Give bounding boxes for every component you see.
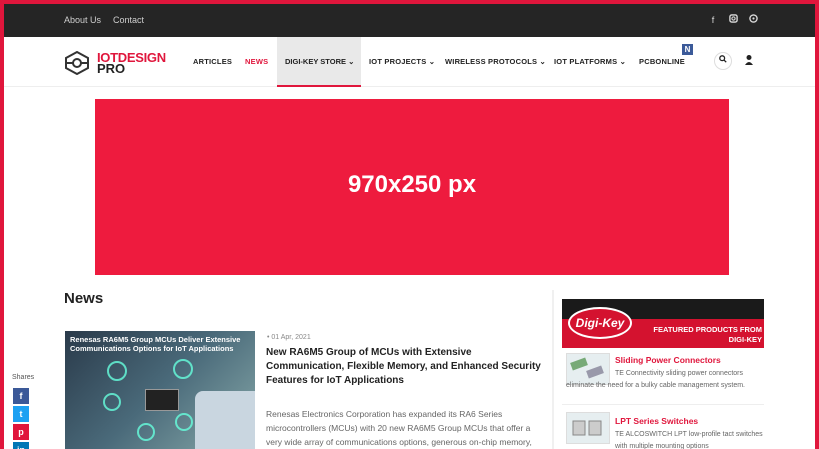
search-icon[interactable] (714, 52, 732, 70)
digikey-logo-text: Digi-Key (575, 316, 625, 330)
product-description: TE Connectivity sliding power connectors… (566, 370, 745, 389)
nav-pcbonline[interactable]: PCBONLINE (639, 57, 685, 66)
product-separator (562, 404, 764, 405)
article-excerpt: Renesas Electronics Corporation has expa… (266, 409, 532, 447)
section-title-news: News (64, 290, 104, 307)
article-image[interactable]: Renesas RA6M5 Group MCUs Deliver Extensi… (65, 331, 255, 449)
user-icon[interactable] (744, 54, 754, 66)
mcu-chip (145, 389, 179, 411)
device-panel (195, 391, 255, 449)
diagram-node (173, 359, 193, 379)
digikey-featured-banner[interactable]: Digi-Key FEATURED PRODUCTS FROM DIGI-KEY (562, 299, 764, 348)
pcbonline-badge: N (682, 44, 693, 55)
diagram-node (107, 361, 127, 381)
diagram-node (175, 413, 193, 431)
site-logo[interactable]: IOTDESIGN PRO (64, 49, 174, 77)
top-bar: About Us Contact f (4, 4, 815, 37)
article-date: • 01 Apr, 2021 (267, 334, 311, 341)
twitter-share-icon[interactable]: t (13, 406, 29, 422)
nav-iot-platforms[interactable]: IOT PLATFORMS ⌄ (554, 57, 626, 66)
share-label: Shares (12, 374, 35, 381)
article-title[interactable]: New RA6M5 Group of MCUs with Extensive C… (266, 346, 546, 388)
product-title[interactable]: LPT Series Switches (615, 416, 698, 426)
logo-text-bottom: PRO (97, 61, 126, 76)
facebook-share-icon[interactable]: f (13, 388, 29, 404)
nav-digikey-store[interactable]: DIGI-KEY STORE ⌄ (277, 37, 361, 87)
product-title[interactable]: Sliding Power Connectors (615, 355, 721, 365)
nav-news[interactable]: NEWS (245, 57, 268, 66)
digikey-logo: Digi-Key (568, 307, 632, 339)
diagram-node (137, 423, 155, 441)
column-divider (552, 290, 554, 449)
ad-banner[interactable]: 970x250 px (95, 99, 729, 275)
nav-iot-projects[interactable]: IOT PROJECTS ⌄ (369, 57, 435, 66)
nav-articles[interactable]: ARTICLES (193, 57, 232, 66)
product-description: TE ALCOSWITCH LPT low-profile tact switc… (615, 431, 763, 449)
article-image-caption: Renesas RA6M5 Group MCUs Deliver Extensi… (70, 335, 241, 353)
main-navbar: IOTDESIGN PRO ARTICLES NEWS DIGI-KEY STO… (4, 37, 815, 87)
contact-link[interactable]: Contact (113, 15, 144, 25)
facebook-icon[interactable]: f (707, 14, 719, 26)
product-thumbnail[interactable] (566, 412, 610, 444)
linkedin-share-icon[interactable]: in (13, 442, 29, 449)
instagram-icon[interactable] (727, 14, 739, 26)
ad-banner-text: 970x250 px (347, 171, 477, 198)
logo-mark-icon (65, 51, 89, 75)
pinterest-icon[interactable] (747, 14, 759, 26)
featured-products-heading: FEATURED PRODUCTS FROM DIGI-KEY (653, 325, 762, 344)
about-us-link[interactable]: About Us (64, 15, 101, 25)
nav-wireless-protocols[interactable]: WIRELESS PROTOCOLS ⌄ (445, 57, 546, 66)
pinterest-share-icon[interactable]: p (13, 424, 29, 440)
nav-digikey-store-label: DIGI-KEY STORE ⌄ (285, 57, 355, 66)
diagram-node (103, 393, 121, 411)
